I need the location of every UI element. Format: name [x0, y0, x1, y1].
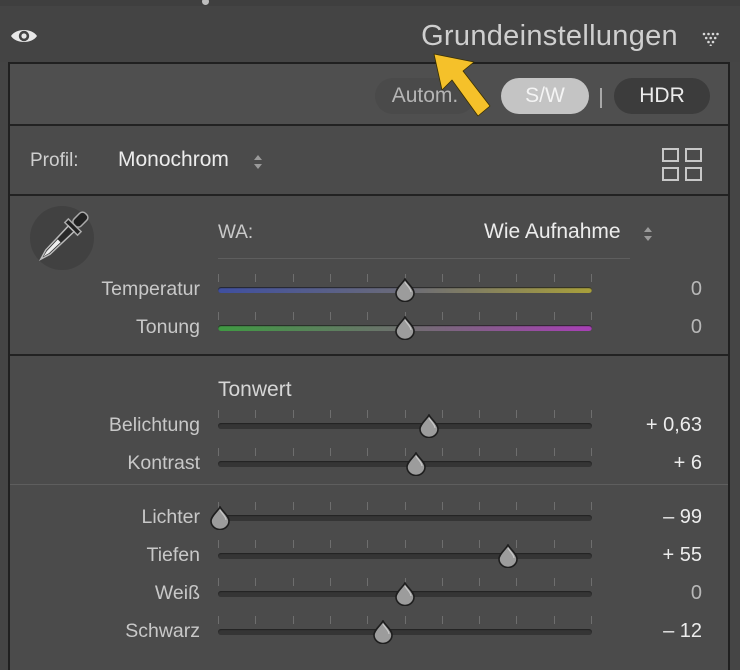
shadows-slider-track[interactable]	[218, 553, 592, 559]
highlights-value[interactable]: – 99	[663, 506, 702, 529]
exposure-slider-thumb[interactable]	[418, 414, 440, 438]
shadows-value[interactable]: + 55	[663, 544, 702, 567]
bw-button[interactable]: S/W	[501, 78, 589, 114]
temperature-row: Temperatur 0	[10, 274, 728, 306]
basic-panel: Grundeinstellungen Autom. S/W HDR Profil…	[0, 0, 740, 670]
tone-heading: Tonwert	[218, 378, 292, 401]
exposure-slider-track[interactable]	[218, 423, 592, 429]
hdr-button[interactable]: HDR	[614, 78, 710, 114]
highlights-ticks	[218, 502, 592, 510]
wb-underline	[218, 258, 630, 259]
whites-label: Weiß	[154, 582, 200, 604]
eyedropper-icon	[38, 211, 89, 262]
profile-browser-grid-icon[interactable]	[662, 148, 702, 182]
blacks-ticks	[218, 616, 592, 624]
exposure-value[interactable]: + 0,63	[646, 414, 702, 437]
blacks-label: Schwarz	[125, 620, 200, 642]
whites-row: Weiß 0	[10, 578, 728, 610]
temperature-value[interactable]: 0	[691, 278, 702, 301]
blacks-row: Schwarz – 12	[10, 616, 728, 648]
white-balance-selector[interactable]	[30, 206, 94, 270]
highlights-label: Lichter	[141, 506, 200, 528]
tone-divider	[10, 484, 728, 485]
updown-arrows-icon[interactable]	[643, 226, 653, 242]
tint-label: Tonung	[136, 316, 200, 338]
tint-slider-thumb[interactable]	[394, 316, 416, 340]
scroll-marker	[202, 0, 209, 5]
highlights-slider-thumb[interactable]	[209, 506, 231, 530]
whites-slider-thumb[interactable]	[394, 582, 416, 606]
shadows-slider-thumb[interactable]	[497, 544, 519, 568]
wb-label: WA:	[218, 222, 254, 243]
profile-label: Profil:	[30, 150, 79, 171]
treatment-row: Autom. S/W HDR	[10, 64, 728, 126]
highlights-slider-track[interactable]	[218, 515, 592, 521]
profile-dropdown[interactable]: Monochrom	[118, 148, 229, 172]
callout-arrow-icon	[433, 53, 491, 117]
wb-preset-dropdown[interactable]: Wie Aufnahme	[484, 220, 621, 244]
shadows-row: Tiefen + 55	[10, 540, 728, 572]
updown-arrows-icon[interactable]	[253, 154, 263, 170]
blacks-slider-thumb[interactable]	[372, 620, 394, 644]
exposure-row: Belichtung + 0,63	[10, 410, 728, 442]
contrast-label: Kontrast	[127, 452, 200, 474]
eye-icon[interactable]	[10, 26, 38, 46]
white-balance-section: WA: Wie Aufnahme Temperatur 0 Tonung 0	[10, 196, 728, 356]
tone-section: Tonwert Belichtung + 0,63 Kontrast + 6 Lic…	[10, 356, 728, 670]
temperature-slider-thumb[interactable]	[394, 278, 416, 302]
treatment-separator	[600, 88, 602, 108]
whites-value[interactable]: 0	[691, 582, 702, 605]
contrast-slider-thumb[interactable]	[405, 452, 427, 476]
panel-header[interactable]: Grundeinstellungen	[0, 6, 740, 62]
collapse-triangle-icon[interactable]	[702, 32, 720, 46]
profile-row: Profil: Monochrom	[10, 126, 728, 196]
shadows-ticks	[218, 540, 592, 548]
temperature-label: Temperatur	[101, 278, 200, 300]
highlights-row: Lichter – 99	[10, 502, 728, 534]
panel-body: Autom. S/W HDR Profil: Monochrom WA: Wie…	[8, 62, 730, 670]
tint-value[interactable]: 0	[691, 316, 702, 339]
exposure-label: Belichtung	[108, 414, 200, 436]
contrast-row: Kontrast + 6	[10, 448, 728, 480]
blacks-slider-track[interactable]	[218, 629, 592, 635]
tint-row: Tonung 0	[10, 312, 728, 344]
shadows-label: Tiefen	[146, 544, 200, 566]
blacks-value[interactable]: – 12	[663, 620, 702, 643]
exposure-ticks	[218, 410, 592, 418]
contrast-value[interactable]: + 6	[674, 452, 702, 475]
